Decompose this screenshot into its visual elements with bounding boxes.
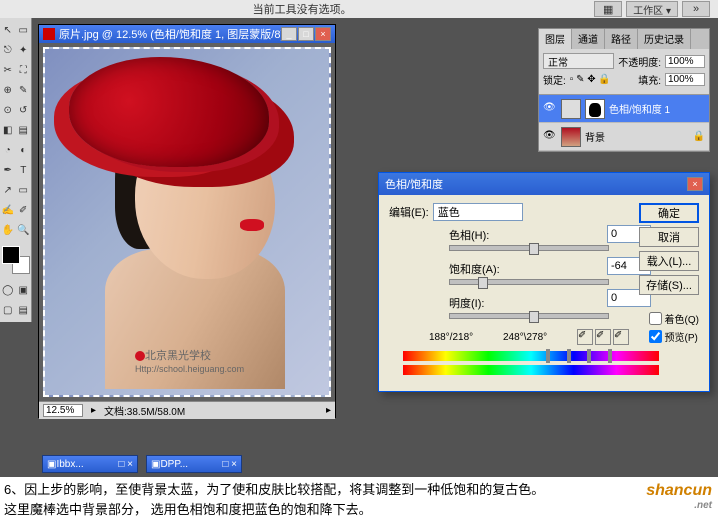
dialog-close-btn[interactable]: × <box>687 177 703 191</box>
light-label: 明度(I): <box>449 295 609 311</box>
taskbar: ▣ Ibbx... □ × ▣ DPP... □ × <box>42 455 242 473</box>
brush-tool[interactable]: ✎ <box>16 80 32 100</box>
dialog-titlebar[interactable]: 色相/饱和度 × <box>379 173 709 195</box>
stamp-tool[interactable]: ⊙ <box>0 100 16 120</box>
colorize-check[interactable]: 着色(Q) <box>649 311 699 326</box>
eyedropper-tool[interactable]: ✐ <box>16 200 32 220</box>
workspace-selector[interactable]: 工作区 ▾ <box>626 1 678 17</box>
ok-button[interactable]: 确定 <box>639 203 699 223</box>
hue-saturation-dialog: 色相/饱和度 × 编辑(E): 蓝色 色相(H): 饱和度(A): 明度(I):… <box>378 172 710 392</box>
toolbox: ↖▭ ⎋✦ ✂⛶ ⊕✎ ⊙↺ ◧▤ ◔◐ ✒T ↗▭ ✍✐ ✋🔍 ◯▣ ▢▤ <box>0 18 32 322</box>
layer-item-huesat[interactable]: 👁 色相/饱和度 1 <box>539 95 709 123</box>
blur-tool[interactable]: ◔ <box>0 140 16 160</box>
save-button[interactable]: 存储(S)... <box>639 275 699 295</box>
angle2: 248°\278° <box>503 332 547 343</box>
slice-tool[interactable]: ⛶ <box>16 60 32 80</box>
color-spectrum-bottom <box>403 365 659 375</box>
tab-channels[interactable]: 通道 <box>572 29 605 49</box>
minimize-btn[interactable]: _ <box>281 27 297 41</box>
tab-paths[interactable]: 路径 <box>605 29 638 49</box>
options-bar: 当前工具没有选项。 ▦ 工作区 ▾ » <box>0 0 718 18</box>
fill-label: 填充: <box>638 72 661 87</box>
eyedropper-icon[interactable]: ✐ <box>577 329 593 345</box>
hand-tool[interactable]: ✋ <box>0 220 16 240</box>
eyedropper-add-icon[interactable]: ✐ <box>595 329 611 345</box>
history-brush-tool[interactable]: ↺ <box>16 100 32 120</box>
edit-select[interactable]: 蓝色 <box>433 203 523 221</box>
dialog-title: 色相/饱和度 <box>385 176 687 192</box>
hue-slider[interactable] <box>449 245 609 251</box>
options-msg: 当前工具没有选项。 <box>253 1 352 17</box>
doc-title-text: 原片.jpg @ 12.5% (色相/饱和度 1, 图层蒙版/8) <box>59 26 281 42</box>
options-icon-btn[interactable]: ▦ <box>594 1 622 17</box>
fill-field[interactable]: 100% <box>665 73 705 86</box>
quickmask-tool[interactable]: ◯ <box>0 280 16 300</box>
adjustment-thumb <box>561 99 581 119</box>
eyedropper-sub-icon[interactable]: ✐ <box>613 329 629 345</box>
layer-name: 色相/饱和度 1 <box>609 101 670 116</box>
light-slider[interactable] <box>449 313 609 319</box>
sat-label: 饱和度(A): <box>449 261 609 277</box>
site-watermark: shancun.net <box>646 482 712 511</box>
shape-tool[interactable]: ▭ <box>16 180 32 200</box>
sat-slider[interactable] <box>449 279 609 285</box>
heal-tool[interactable]: ⊕ <box>0 80 16 100</box>
edit-label: 编辑(E): <box>389 204 429 220</box>
foreground-color[interactable] <box>2 246 20 264</box>
angle1: 188°/218° <box>429 332 473 343</box>
type-tool[interactable]: T <box>16 160 32 180</box>
gradient-tool[interactable]: ▤ <box>16 120 32 140</box>
blend-mode-select[interactable]: 正常 <box>543 53 614 69</box>
layer-item-bg[interactable]: 👁 背景 🔒 <box>539 123 709 151</box>
doc-statusbar: 12.5% ▸ 文档:38.5M/58.0M ▸ <box>39 401 335 419</box>
doc-icon <box>43 28 55 40</box>
tab-history[interactable]: 历史记录 <box>638 29 691 49</box>
opacity-label: 不透明度: <box>618 54 661 69</box>
hue-label: 色相(H): <box>449 227 609 243</box>
cancel-button[interactable]: 取消 <box>639 227 699 247</box>
move-tool[interactable]: ↖ <box>0 20 16 40</box>
task-item-2[interactable]: ▣ DPP... □ × <box>146 455 242 473</box>
document-window: 原片.jpg @ 12.5% (色相/饱和度 1, 图层蒙版/8) _ □ × … <box>38 24 336 418</box>
path-tool[interactable]: ↗ <box>0 180 16 200</box>
image-watermark: 北京黑光学校 Http://school.heiguang.com <box>135 347 244 375</box>
doc-titlebar[interactable]: 原片.jpg @ 12.5% (色相/饱和度 1, 图层蒙版/8) _ □ × <box>39 25 335 43</box>
doc-canvas[interactable]: 北京黑光学校 Http://school.heiguang.com <box>39 43 335 401</box>
screenmode-tool[interactable]: ▣ <box>16 280 32 300</box>
visibility-icon[interactable]: 👁 <box>543 130 557 144</box>
lock-icon: 🔒 <box>693 131 705 142</box>
image-content: 北京黑光学校 Http://school.heiguang.com <box>43 47 331 397</box>
pen-tool[interactable]: ✒ <box>0 160 16 180</box>
notes-tool[interactable]: ✍ <box>0 200 16 220</box>
preview-check[interactable]: 预览(P) <box>649 329 699 344</box>
lock-label: 锁定: <box>543 72 566 87</box>
screen2-tool[interactable]: ▤ <box>16 300 32 320</box>
crop-tool[interactable]: ✂ <box>0 60 16 80</box>
eraser-tool[interactable]: ◧ <box>0 120 16 140</box>
opacity-field[interactable]: 100% <box>665 55 705 68</box>
layer-name: 背景 <box>585 129 605 144</box>
color-spectrum-top[interactable] <box>403 351 659 361</box>
layer-thumb <box>561 127 581 147</box>
zoom-tool[interactable]: 🔍 <box>16 220 32 240</box>
caption-text: 6、因上步的影响，至使背景太蓝，为了使和皮肤比较搭配，将其调整到一种低饱和的复古… <box>4 480 714 519</box>
load-button[interactable]: 载入(L)... <box>639 251 699 271</box>
screen1-tool[interactable]: ▢ <box>0 300 16 320</box>
panel-toggle-btn[interactable]: » <box>682 1 710 17</box>
close-btn[interactable]: × <box>315 27 331 41</box>
color-swatches[interactable] <box>2 246 30 274</box>
marquee-tool[interactable]: ▭ <box>16 20 32 40</box>
tab-layers[interactable]: 图层 <box>539 29 572 49</box>
layer-mask-thumb <box>585 99 605 119</box>
maximize-btn[interactable]: □ <box>298 27 314 41</box>
lasso-tool[interactable]: ⎋ <box>0 40 16 60</box>
visibility-icon[interactable]: 👁 <box>543 102 557 116</box>
task-item-1[interactable]: ▣ Ibbx... □ × <box>42 455 138 473</box>
layers-panel: 图层 通道 路径 历史记录 正常 不透明度: 100% 锁定: ▫ ✎ ✥ 🔒 … <box>538 28 710 152</box>
doc-size: 文档:38.5M/58.0M <box>104 403 185 418</box>
layer-list: 👁 色相/饱和度 1 👁 背景 🔒 <box>539 94 709 151</box>
wand-tool[interactable]: ✦ <box>16 40 32 60</box>
zoom-field[interactable]: 12.5% <box>43 404 83 417</box>
dodge-tool[interactable]: ◐ <box>16 140 32 160</box>
